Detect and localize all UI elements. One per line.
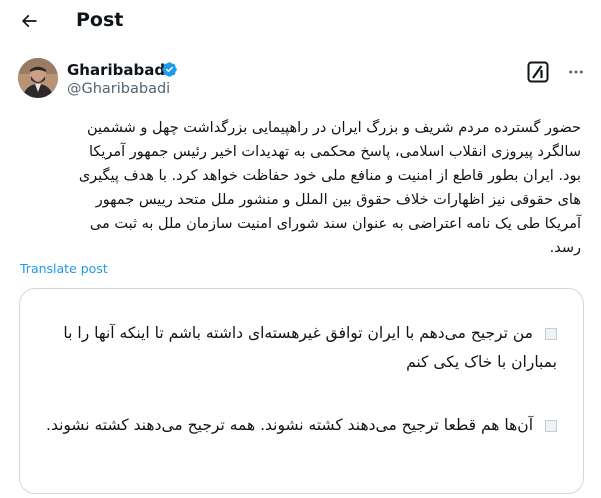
author-handle[interactable]: @Gharibabadi [67,80,170,99]
grok-button[interactable] [527,61,549,83]
arrow-left-icon [21,14,37,28]
more-button[interactable] [566,62,586,82]
checkbox-icon[interactable] [545,327,557,340]
avatar-image [18,58,58,98]
translate-post-link[interactable]: Translate post [20,261,108,276]
poll-option-text: من ترجیح می‌دهم با ایران توافق غیرهسته‌ا… [63,324,557,371]
poll-option[interactable]: من ترجیح می‌دهم با ایران توافق غیرهسته‌ا… [37,319,557,377]
checkbox-icon[interactable] [545,419,557,432]
back-button[interactable] [14,6,44,36]
more-horizontal-icon [569,70,583,74]
page-title: Post [76,9,124,31]
poll-option-text: آن‌ها هم قطعا ترجیح می‌دهند کشته نشوند. … [46,416,533,434]
verified-badge-icon [162,62,177,77]
author-name[interactable]: Gharibabadi [67,60,170,80]
post-text: حضور گسترده مردم شریف و بزرگ ایران در را… [78,120,581,256]
poll-option[interactable]: آن‌ها هم قطعا ترجیح می‌دهند کشته نشوند. … [37,411,557,440]
grok-icon [527,61,549,83]
poll-card: من ترجیح می‌دهم با ایران توافق غیرهسته‌ا… [19,288,584,494]
avatar[interactable] [18,58,58,98]
post-header: Post [0,0,601,42]
